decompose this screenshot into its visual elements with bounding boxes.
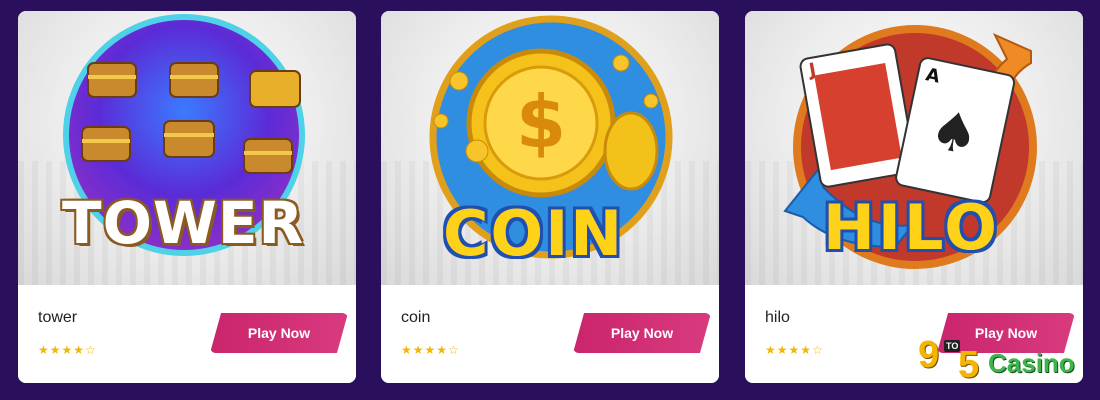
title-art-coin: COIN: [443, 197, 625, 270]
game-thumbnail-coin[interactable]: $ COIN: [381, 11, 719, 285]
9to5casino-logo: 9 TO 5 Casino: [912, 334, 1096, 388]
logo-nine: 9: [918, 334, 940, 376]
game-name: coin: [401, 309, 431, 326]
play-now-button-coin[interactable]: Play Now: [573, 313, 711, 353]
title-art-hilo: HILO: [823, 191, 1000, 264]
game-card-tower[interactable]: TOWER tower ★★★★☆ Play Now: [18, 11, 356, 383]
game-name: tower: [38, 309, 78, 326]
card-info: tower ★★★★☆ Play Now: [18, 285, 356, 383]
game-card-hilo[interactable]: J A ♠ HILO hilo ★★★★☆ Play Now: [745, 11, 1083, 383]
game-thumbnail-tower[interactable]: TOWER: [18, 11, 356, 285]
game-name: hilo: [765, 309, 790, 326]
star-rating: ★★★★☆: [38, 343, 97, 357]
logo-five: 5: [958, 344, 980, 386]
logo-casino: Casino: [988, 348, 1075, 378]
star-rating: ★★★★☆: [765, 343, 824, 357]
star-rating: ★★★★☆: [401, 343, 460, 357]
game-thumbnail-hilo[interactable]: J A ♠ HILO: [745, 11, 1083, 285]
svg-text:$: $: [516, 80, 566, 164]
play-now-button-tower[interactable]: Play Now: [210, 313, 348, 353]
title-art-tower: TOWER: [62, 189, 305, 257]
game-card-coin[interactable]: $ COIN coin ★★★★☆ Play Now: [381, 11, 719, 383]
card-info: coin ★★★★☆ Play Now: [381, 285, 719, 383]
